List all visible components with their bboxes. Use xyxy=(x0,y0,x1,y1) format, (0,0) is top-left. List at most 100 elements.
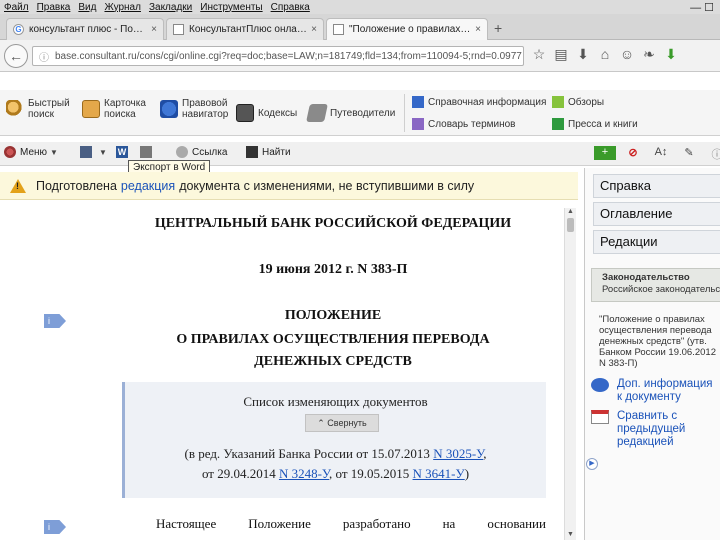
card-search-button[interactable]: Карточка поиска xyxy=(82,98,152,120)
remove-icon[interactable]: ⊘ xyxy=(622,146,644,160)
reviews-button[interactable]: Обзоры xyxy=(552,96,604,108)
save-icon xyxy=(80,146,92,158)
menu-help[interactable]: Справка xyxy=(271,2,310,13)
tab-close-icon[interactable]: × xyxy=(311,24,317,35)
document-icon xyxy=(333,24,344,35)
scroll-thumb[interactable] xyxy=(567,218,574,232)
compare-editions-link[interactable]: Сравнить с предыдущей редакцией xyxy=(591,410,720,449)
new-tab-button[interactable]: + xyxy=(494,20,502,36)
home-icon[interactable]: ⌂ xyxy=(594,46,616,63)
export-word-button[interactable]: W xyxy=(116,146,132,158)
link-button[interactable]: Ссылка xyxy=(176,146,227,158)
menu-bookmarks[interactable]: Закладки xyxy=(149,2,192,13)
compare-icon xyxy=(591,410,609,424)
tab-editions[interactable]: Редакции xyxy=(593,230,720,254)
info-badge-icon[interactable]: i xyxy=(44,314,66,328)
binoculars-icon xyxy=(246,146,258,158)
search-icon xyxy=(6,100,24,118)
print-button[interactable] xyxy=(140,146,156,158)
amendments-title: Список изменяющих документов xyxy=(243,394,428,409)
doc-title-2: О ПРАВИЛАХ ОСУЩЕСТВЛЕНИЯ ПЕРЕВОДА xyxy=(176,332,490,347)
amendment-link-3248[interactable]: N 3248-У xyxy=(279,466,329,481)
panel-arrow-icon[interactable]: ▶ xyxy=(586,458,598,470)
collapse-button[interactable]: ⌃ Свернуть xyxy=(305,414,379,432)
date-number-line: 19 июня 2012 г. N 383-П xyxy=(258,262,408,277)
menu-edit[interactable]: Правка xyxy=(37,2,71,13)
quick-search-button[interactable]: Быстрый поиск xyxy=(6,98,72,120)
addon-icon[interactable]: ❧ xyxy=(638,46,660,63)
menu-tools[interactable]: Инструменты xyxy=(200,2,262,13)
info-icon[interactable]: ⓘ xyxy=(706,146,720,161)
tab-strip: G консультант плюс - Поис... × Консульта… xyxy=(0,14,720,40)
press-books-button[interactable]: Пресса и книги xyxy=(552,118,638,130)
smiley-icon[interactable]: ☺ xyxy=(616,46,638,63)
codexes-button[interactable]: Кодексы xyxy=(236,104,297,122)
document-name: "Положение о правилах осуществления пере… xyxy=(599,314,716,369)
tab-close-icon[interactable]: × xyxy=(151,24,157,35)
tab-close-icon[interactable]: × xyxy=(475,24,481,35)
body-word: основании xyxy=(487,516,546,531)
extra-info-link[interactable]: Доп. информация к документу xyxy=(591,378,720,404)
amendments-line-1: (в ред. Указаний Банка России от 15.07.2… xyxy=(125,446,546,462)
menu-file[interactable]: Файл xyxy=(4,2,29,13)
document-scrollbar[interactable]: ▲ ▼ xyxy=(564,208,576,540)
extra-info-label: Доп. информация к документу xyxy=(617,378,713,403)
dictionary-icon xyxy=(412,118,424,130)
menu-view[interactable]: Вид xyxy=(78,2,96,13)
site-info-icon[interactable]: ⓘ xyxy=(39,49,49,64)
reader-icon[interactable]: ▤ xyxy=(550,46,572,63)
amendment-link-3025[interactable]: N 3025-У xyxy=(433,446,483,461)
guides-button[interactable]: Путеводители xyxy=(306,104,395,122)
find-button[interactable]: Найти xyxy=(246,146,291,158)
menu-bar: Файл Правка Вид Журнал Закладки Инструме… xyxy=(0,0,720,14)
menu-icon xyxy=(4,146,16,158)
scroll-up-icon[interactable]: ▲ xyxy=(567,208,574,215)
tab-reference[interactable]: Справка xyxy=(593,174,720,198)
amendments-text: , xyxy=(483,446,487,461)
card-search-label: Карточка поиска xyxy=(104,98,146,120)
menu-label: Меню xyxy=(20,146,48,158)
edition-link[interactable]: редакция xyxy=(121,179,175,193)
add-to-folder-icon[interactable]: + xyxy=(594,146,616,160)
menu-history[interactable]: Журнал xyxy=(104,2,141,13)
find-label: Найти xyxy=(262,146,291,158)
document-action-icons: + ⊘ A↕ ✎ ⓘ xyxy=(594,146,720,161)
legislation-subtitle: Российское законодательство xyxy=(602,284,720,295)
legal-navigator-label: Правовой навигатор xyxy=(182,98,229,120)
doc-title-1: ПОЛОЖЕНИЕ xyxy=(284,308,382,323)
save-button[interactable]: ▼ xyxy=(80,146,107,158)
notice-text-start: Подготовлена xyxy=(36,178,117,193)
back-button[interactable]: ← xyxy=(4,44,28,68)
tab-consultant-online[interactable]: КонсультантПлюс онлайн ... × xyxy=(166,18,324,40)
scroll-down-icon[interactable]: ▼ xyxy=(567,531,574,538)
window-controls[interactable]: — ☐ xyxy=(690,1,714,14)
bookmark-star-icon[interactable]: ☆ xyxy=(528,46,550,63)
chevron-down-icon: ▼ xyxy=(50,147,58,157)
notice-text-end: документа с изменениями, не вступившими … xyxy=(179,178,475,193)
menu-button[interactable]: Меню ▼ xyxy=(4,146,58,158)
tab-title: "Положение о правилах ... xyxy=(349,24,472,35)
card-icon xyxy=(82,100,100,118)
reviews-label: Обзоры xyxy=(568,96,605,108)
font-size-icon[interactable]: A↕ xyxy=(650,146,672,160)
tab-google[interactable]: G консультант плюс - Поис... × xyxy=(6,18,164,40)
browser-toolbar-icons: ☆ ▤ ⬇ ⌂ ☺ ❧ ⬇ xyxy=(528,46,682,63)
amendment-link-3641[interactable]: N 3641-У xyxy=(413,466,465,481)
reference-info-button[interactable]: Справочная информация xyxy=(412,96,546,108)
document-icon xyxy=(173,24,184,35)
issuer-heading: ЦЕНТРАЛЬНЫЙ БАНК РОССИЙСКОЙ ФЕДЕРАЦИИ xyxy=(154,216,512,231)
dictionary-button[interactable]: Словарь терминов xyxy=(412,118,516,130)
green-download-icon[interactable]: ⬇ xyxy=(660,46,682,63)
address-bar[interactable]: ⓘ base.consultant.ru/cons/cgi/online.cgi… xyxy=(32,46,524,66)
tab-title: КонсультантПлюс онлайн ... xyxy=(189,24,308,35)
info-circle-icon xyxy=(591,378,609,392)
navigation-bar: ← ⓘ base.consultant.ru/cons/cgi/online.c… xyxy=(0,40,720,72)
codexes-label: Кодексы xyxy=(258,107,298,119)
reviews-icon xyxy=(552,96,564,108)
tab-contents[interactable]: Оглавление xyxy=(593,202,720,226)
downloads-icon[interactable]: ⬇ xyxy=(572,46,594,63)
tab-document[interactable]: "Положение о правилах ... × xyxy=(326,18,488,40)
legal-navigator-button[interactable]: Правовой навигатор xyxy=(160,98,232,120)
info-badge-icon[interactable]: i xyxy=(44,520,66,534)
edit-icon[interactable]: ✎ xyxy=(678,146,700,160)
